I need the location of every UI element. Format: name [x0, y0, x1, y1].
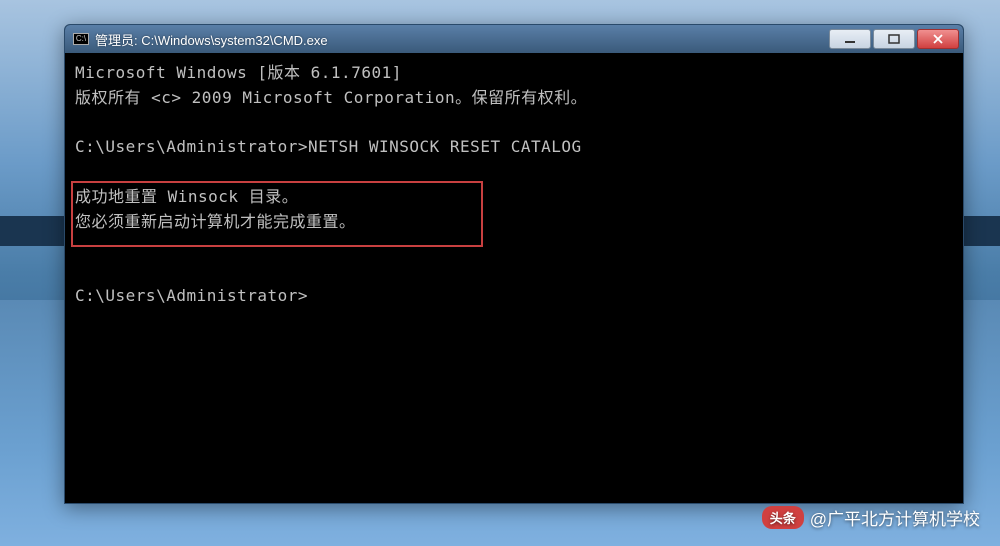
titlebar[interactable]: C:\ 管理员: C:\Windows\system32\CMD.exe: [65, 25, 963, 53]
cmd-icon: C:\: [73, 33, 89, 45]
terminal-line: 成功地重置 Winsock 目录。: [75, 187, 298, 206]
watermark: 头条 @广平北方计算机学校: [762, 505, 980, 530]
maximize-icon: [888, 34, 900, 44]
watermark-badge: 头条: [762, 506, 804, 529]
window-controls: [829, 29, 959, 49]
terminal-line: Microsoft Windows [版本 6.1.7601]: [75, 63, 402, 82]
watermark-handle: @广平北方计算机学校: [810, 505, 980, 530]
terminal-line: C:\Users\Administrator>NETSH WINSOCK RES…: [75, 137, 582, 156]
cmd-window: C:\ 管理员: C:\Windows\system32\CMD.exe Mic…: [64, 24, 964, 504]
window-title: 管理员: C:\Windows\system32\CMD.exe: [95, 30, 829, 49]
terminal-line: C:\Users\Administrator>: [75, 286, 308, 305]
close-icon: [932, 34, 944, 44]
maximize-button[interactable]: [873, 29, 915, 49]
terminal-body[interactable]: Microsoft Windows [版本 6.1.7601] 版权所有 <c>…: [65, 53, 963, 317]
minimize-button[interactable]: [829, 29, 871, 49]
close-button[interactable]: [917, 29, 959, 49]
terminal-line: 版权所有 <c> 2009 Microsoft Corporation。保留所有…: [75, 88, 587, 107]
terminal-line: 您必须重新启动计算机才能完成重置。: [75, 212, 356, 231]
minimize-icon: [844, 34, 856, 44]
